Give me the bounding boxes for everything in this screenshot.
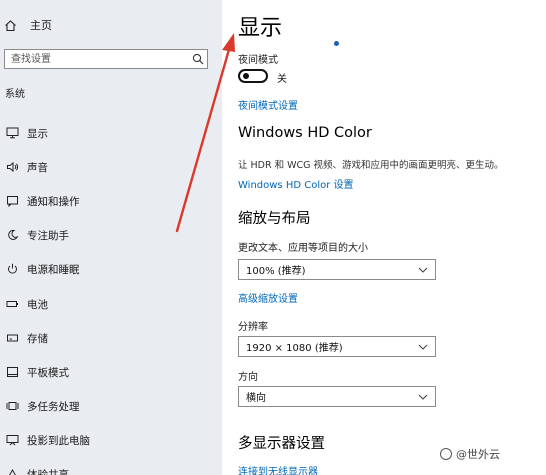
moon-icon (4, 229, 20, 241)
chevron-down-icon (418, 344, 428, 350)
project-icon (4, 434, 20, 446)
storage-icon (4, 332, 20, 344)
page-title: 显示 (238, 16, 283, 41)
advanced-scaling-link[interactable]: 高级缩放设置 (238, 290, 298, 305)
sidebar-item-label: 电池 (27, 298, 48, 311)
sidebar-item-label: 声音 (27, 161, 48, 174)
night-light-state: 关 (277, 74, 287, 85)
sidebar-item-notifications[interactable]: 通知和操作 (0, 187, 222, 215)
home-label: 主页 (30, 19, 52, 32)
watermark: @世外云 (440, 446, 500, 462)
hd-color-heading: Windows HD Color (238, 125, 372, 141)
resolution-dropdown[interactable]: 1920 × 1080 (推荐) (238, 336, 436, 357)
multitask-icon (4, 400, 20, 412)
sidebar-item-label: 存储 (27, 332, 48, 345)
search-icon[interactable] (189, 53, 207, 65)
sidebar-item-tablet-mode[interactable]: 平板模式 (0, 358, 222, 386)
search-input[interactable] (5, 52, 189, 66)
sidebar-item-focus-assist[interactable]: 专注助手 (0, 221, 222, 249)
sidebar-item-sound[interactable]: 声音 (0, 153, 222, 181)
night-light-toggle[interactable] (238, 69, 268, 83)
chevron-down-icon (418, 267, 428, 273)
sidebar-item-label: 通知和操作 (27, 195, 80, 208)
chevron-down-icon (418, 394, 428, 400)
orientation-label: 方向 (238, 372, 258, 383)
resolution-dropdown-value: 1920 × 1080 (推荐) (246, 343, 343, 354)
sidebar: 主页 系统 显示 声音 通知和操作 专注助手 电源和睡眠 (0, 0, 222, 475)
share-icon (4, 468, 20, 475)
sidebar-item-power-sleep[interactable]: 电源和睡眠 (0, 255, 222, 283)
size-label: 更改文本、应用等项目的大小 (238, 243, 368, 254)
sidebar-item-display[interactable]: 显示 (0, 119, 222, 147)
sidebar-item-storage[interactable]: 存储 (0, 324, 222, 352)
scale-layout-heading: 缩放与布局 (238, 211, 311, 227)
sidebar-item-label: 显示 (27, 127, 48, 140)
home-nav-item[interactable]: 主页 (0, 14, 222, 36)
sidebar-item-multitasking[interactable]: 多任务处理 (0, 392, 222, 420)
scale-dropdown[interactable]: 100% (推荐) (238, 259, 436, 280)
watermark-text: @世外云 (456, 448, 500, 461)
battery-icon (4, 298, 20, 310)
sidebar-item-battery[interactable]: 电池 (0, 290, 222, 318)
hd-color-settings-link[interactable]: Windows HD Color 设置 (238, 176, 354, 191)
watermark-logo-icon (440, 448, 452, 460)
search-box[interactable] (4, 49, 208, 69)
sidebar-item-label: 电源和睡眠 (27, 263, 80, 276)
resolution-label: 分辨率 (238, 322, 268, 333)
sidebar-item-label: 体验共享 (27, 468, 69, 475)
hd-color-description: 让 HDR 和 WCG 视频、游戏和应用中的画面更明亮、更生动。 (238, 160, 504, 171)
night-light-settings-link[interactable]: 夜间模式设置 (238, 97, 298, 112)
blue-dot-indicator (334, 41, 339, 46)
sidebar-item-shared-experiences[interactable]: 体验共享 (0, 460, 222, 475)
home-icon (4, 19, 18, 32)
section-label-system: 系统 (5, 89, 25, 100)
connect-wireless-display-link[interactable]: 连接到无线显示器 (238, 463, 318, 475)
power-icon (4, 263, 20, 275)
sidebar-item-label: 平板模式 (27, 366, 69, 379)
toggle-knob (243, 73, 249, 79)
sidebar-item-label: 投影到此电脑 (27, 434, 90, 447)
orientation-dropdown-value: 横向 (246, 393, 266, 404)
sidebar-item-label: 多任务处理 (27, 400, 80, 413)
multi-display-heading: 多显示器设置 (238, 436, 325, 452)
sidebar-item-project-to-pc[interactable]: 投影到此电脑 (0, 426, 222, 454)
scale-dropdown-value: 100% (推荐) (246, 266, 306, 277)
sidebar-item-label: 专注助手 (27, 229, 69, 242)
monitor-icon (4, 127, 20, 139)
speaker-icon (4, 161, 20, 173)
main-panel: 显示 夜间模式 关 夜间模式设置 Windows HD Color 让 HDR … (222, 0, 546, 475)
night-light-label: 夜间模式 (238, 55, 278, 66)
notification-icon (4, 195, 20, 207)
tablet-icon (4, 366, 20, 378)
orientation-dropdown[interactable]: 横向 (238, 386, 436, 407)
